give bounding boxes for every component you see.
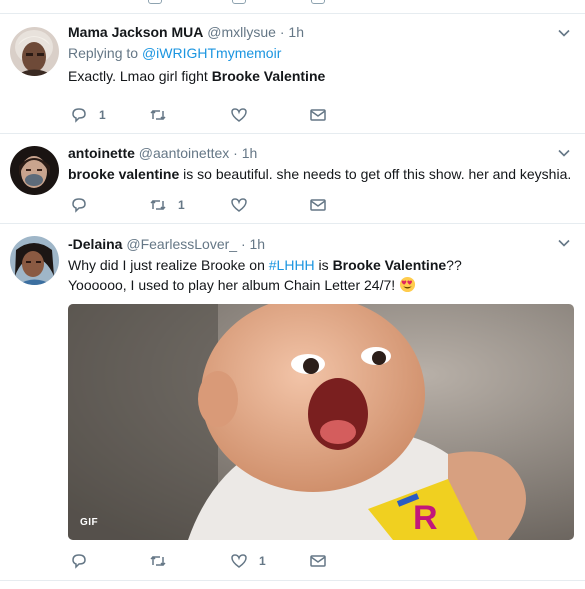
tweet-header: antoinette @aantoinettex · 1h	[68, 143, 571, 163]
timestamp[interactable]: 1h	[250, 236, 266, 252]
tweet-text-line: Yoooooo, I used to play her album Chain …	[68, 275, 571, 298]
reply-button[interactable]	[70, 195, 99, 215]
tweet-text-bold: Brooke Valentine	[211, 68, 326, 84]
gif-badge: GIF	[80, 517, 99, 528]
reply-icon	[72, 198, 86, 213]
retweet-icon	[150, 555, 166, 567]
like-button[interactable]: 1	[230, 551, 266, 571]
replying-to-label: Replying to	[68, 45, 139, 61]
reply-icon	[72, 554, 86, 569]
retweet-button[interactable]	[149, 105, 178, 125]
separator-dot: ·	[233, 145, 238, 161]
retweet-button[interactable]: 1	[149, 195, 185, 215]
tweet-text-plain: Why did I just realize Brooke on	[68, 257, 269, 273]
user-handle[interactable]: @FearlessLover_	[126, 236, 237, 252]
svg-text:R: R	[413, 499, 438, 537]
timestamp[interactable]: 1h	[242, 145, 258, 161]
like-button[interactable]	[230, 195, 259, 215]
tweet-text-line: Why did I just realize Brooke on #LHHH i…	[68, 255, 571, 275]
retweet-icon	[150, 109, 166, 121]
tweet-text-bold: Brooke Valentine	[332, 257, 447, 273]
user-handle[interactable]: @mxllysue	[207, 24, 276, 40]
heart-icon	[231, 554, 247, 568]
tweet[interactable]: antoinette @aantoinettex · 1h brooke val…	[0, 134, 585, 224]
chevron-down-icon[interactable]	[557, 236, 571, 250]
tweet[interactable]: Mama Jackson MUA @mxllysue · 1h Replying…	[0, 14, 585, 134]
reply-button[interactable]	[70, 551, 99, 571]
heart-icon	[231, 108, 247, 122]
hashtag-link[interactable]: #LHHH	[269, 257, 315, 273]
envelope-icon	[310, 109, 326, 121]
like-button[interactable]	[230, 105, 259, 125]
previous-tweet-actions-remnant	[0, 0, 585, 14]
envelope-icon[interactable]	[311, 0, 325, 4]
display-name[interactable]: Mama Jackson MUA	[68, 24, 203, 40]
retweet-button[interactable]	[149, 551, 178, 571]
tweet-text: Exactly. Lmao girl fight Brooke Valentin…	[68, 66, 571, 86]
tweet-text-plain: is	[314, 257, 333, 273]
dm-button[interactable]	[309, 195, 327, 215]
gif-media[interactable]: R GIF	[68, 304, 574, 540]
tweet-text-plain: ??	[446, 257, 462, 273]
separator-dot: ·	[240, 236, 246, 252]
dm-button[interactable]	[309, 105, 327, 125]
display-name[interactable]: antoinette	[68, 145, 135, 161]
separator-dot: ·	[279, 24, 285, 40]
heart-eyes-emoji-icon	[399, 276, 416, 298]
timestamp[interactable]: 1h	[288, 24, 304, 40]
retweet-icon[interactable]	[148, 0, 162, 4]
reply-icon	[72, 108, 86, 123]
display-name[interactable]: -Delaina	[68, 236, 122, 252]
tweet[interactable]: -Delaina @FearlessLover_ · 1h Why did I …	[0, 224, 585, 581]
reply-count: 1	[99, 108, 106, 122]
like-count: 1	[259, 554, 266, 568]
chevron-down-icon[interactable]	[557, 26, 571, 40]
tweet-header: Mama Jackson MUA @mxllysue · 1h	[68, 22, 571, 42]
tweet-header: -Delaina @FearlessLover_ · 1h	[68, 234, 571, 254]
chevron-down-icon[interactable]	[557, 146, 571, 160]
retweet-icon	[150, 199, 166, 211]
tweet-text-bold: brooke valentine	[68, 166, 180, 182]
tweet-text: Why did I just realize Brooke on #LHHH i…	[68, 255, 571, 298]
avatar[interactable]	[10, 27, 59, 76]
avatar[interactable]	[10, 146, 59, 195]
dm-button[interactable]	[309, 551, 327, 571]
tweet-text-plain: is so beautiful. she needs to get off th…	[179, 166, 572, 182]
tweet-actions: 1	[68, 195, 548, 215]
envelope-icon	[310, 199, 326, 211]
replying-to: Replying to @iWRIGHTmymemoir	[68, 43, 571, 63]
heart-icon	[231, 198, 247, 212]
gif-image: R	[68, 304, 574, 540]
tweet-text-plain: Yoooooo, I used to play her album Chain …	[68, 277, 400, 293]
reply-button[interactable]: 1	[70, 105, 106, 125]
tweet-actions: 1	[68, 105, 548, 125]
envelope-icon	[310, 555, 326, 567]
tweet-actions: 1	[68, 551, 548, 571]
avatar[interactable]	[10, 236, 59, 285]
retweet-count: 1	[178, 198, 185, 212]
tweet-text-plain: Exactly. Lmao girl fight	[68, 68, 212, 84]
replying-to-handle[interactable]: @iWRIGHTmymemoir	[142, 45, 281, 61]
tweet-text: brooke valentine is so beautiful. she ne…	[68, 164, 571, 184]
user-handle[interactable]: @aantoinettex	[139, 145, 230, 161]
heart-icon[interactable]	[232, 0, 246, 4]
